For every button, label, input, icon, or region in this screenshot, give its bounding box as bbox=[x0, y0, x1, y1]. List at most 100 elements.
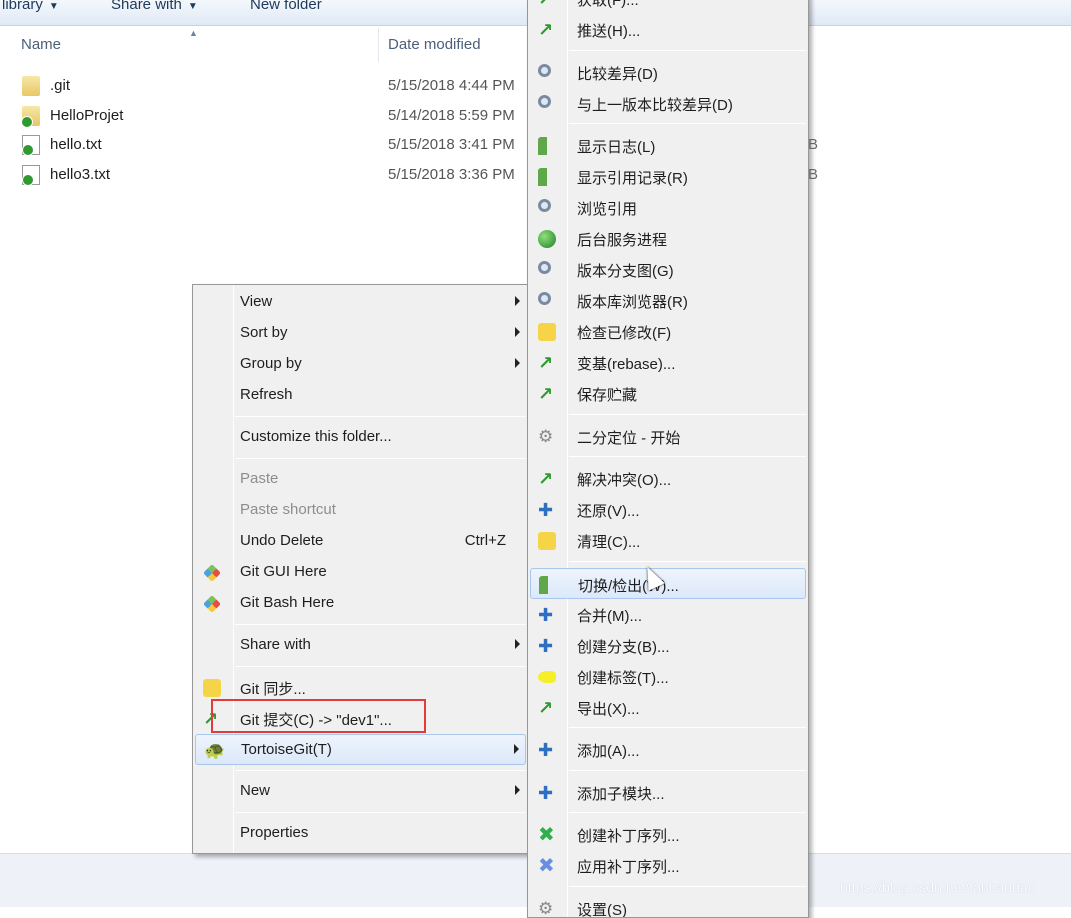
export-icon: ↗ bbox=[538, 699, 556, 717]
menu-item[interactable]: ✖创建补丁序列... bbox=[530, 819, 806, 850]
menu-item[interactable]: ↗保存贮藏 bbox=[530, 378, 806, 409]
menu-item-new[interactable]: New bbox=[195, 776, 526, 807]
column-date-modified[interactable]: Date modified bbox=[388, 36, 481, 53]
menu-item-label: View bbox=[240, 293, 272, 310]
menu-separator bbox=[569, 123, 806, 124]
menu-item[interactable]: 显示日志(L) bbox=[530, 130, 806, 161]
menu-item[interactable]: ↗推送(H)... bbox=[530, 14, 806, 45]
file-name: .git bbox=[50, 77, 70, 94]
menu-item-label: 显示引用记录(R) bbox=[577, 167, 688, 188]
menu-separator bbox=[569, 886, 806, 887]
watermark: https://blog.csdn.net/fanbaodan bbox=[840, 879, 1035, 895]
merge-icon: ✚ bbox=[538, 606, 556, 624]
menu-item[interactable]: 创建标签(T)... bbox=[530, 661, 806, 692]
shortcut-label: Ctrl+Z bbox=[465, 532, 506, 549]
text-file-icon bbox=[22, 165, 40, 185]
add-submodule-icon: ✚ bbox=[538, 784, 556, 802]
git-bash-icon bbox=[203, 595, 221, 613]
menu-item[interactable]: ↗获取(F)... bbox=[530, 0, 806, 14]
menu-separator bbox=[569, 770, 806, 771]
menu-item-label: 解决冲突(O)... bbox=[577, 469, 671, 490]
reflog-icon bbox=[538, 168, 556, 186]
rebase-icon: ↗ bbox=[538, 354, 556, 372]
revision-graph-icon bbox=[538, 261, 551, 274]
menu-item[interactable]: ✖应用补丁序列... bbox=[530, 850, 806, 881]
menu-item-refresh[interactable]: Refresh bbox=[195, 380, 526, 411]
column-divider[interactable] bbox=[378, 28, 379, 62]
file-row[interactable]: hello3.txt 5/15/2018 3:36 PM bbox=[0, 161, 530, 190]
menu-item[interactable]: 后台服务进程 bbox=[530, 223, 806, 254]
menu-item[interactable]: ✚创建分支(B)... bbox=[530, 630, 806, 661]
menu-item-git-bash-here[interactable]: Git Bash Here bbox=[195, 588, 526, 619]
menu-item-git-gui-here[interactable]: Git GUI Here bbox=[195, 557, 526, 588]
stash-save-icon: ↗ bbox=[538, 385, 556, 403]
menu-item[interactable]: 清理(C)... bbox=[530, 525, 806, 556]
menu-item[interactable]: 版本分支图(G) bbox=[530, 254, 806, 285]
menu-item-label: Properties bbox=[240, 824, 308, 841]
menu-separator bbox=[569, 414, 806, 415]
menu-item[interactable]: ⚙二分定位 - 开始 bbox=[530, 421, 806, 452]
menu-item-label: 切换/检出(W)... bbox=[578, 575, 679, 596]
menu-item-label: 浏览引用 bbox=[577, 198, 637, 219]
menu-item-label: 变基(rebase)... bbox=[577, 353, 675, 374]
sort-ascending-icon: ▲ bbox=[189, 28, 198, 38]
menu-item-properties[interactable]: Properties bbox=[195, 818, 526, 849]
menu-item[interactable]: 版本库浏览器(R) bbox=[530, 285, 806, 316]
menu-item[interactable]: ✚ 添加子模块... bbox=[530, 777, 806, 808]
folder-icon bbox=[22, 106, 40, 126]
check-modifications-icon bbox=[538, 323, 556, 341]
menu-item-rebase[interactable]: ↗ 变基(rebase)... bbox=[530, 347, 806, 378]
settings-icon: ⚙ bbox=[538, 900, 556, 918]
menu-item[interactable]: 比较差异(D) bbox=[530, 57, 806, 88]
menu-separator bbox=[235, 458, 526, 459]
menu-item-undo-delete[interactable]: Undo DeleteCtrl+Z bbox=[195, 526, 526, 557]
library-button[interactable]: library▼ bbox=[2, 0, 59, 13]
menu-item[interactable]: 切换/检出(W)... bbox=[530, 568, 806, 599]
add-icon: ✚ bbox=[538, 741, 556, 759]
menu-item[interactable]: 浏览引用 bbox=[530, 192, 806, 223]
library-label: library bbox=[2, 0, 43, 13]
menu-item-label: 显示日志(L) bbox=[577, 136, 655, 157]
create-branch-icon: ✚ bbox=[538, 637, 556, 655]
menu-item-paste-shortcut: Paste shortcut bbox=[195, 495, 526, 526]
menu-item-label: TortoiseGit(T) bbox=[241, 741, 332, 758]
cleanup-icon bbox=[538, 532, 556, 550]
git-sync-icon bbox=[203, 679, 221, 697]
menu-item-tortoisegit-t[interactable]: 🐢TortoiseGit(T) bbox=[195, 734, 526, 765]
menu-item-share-with[interactable]: Share with bbox=[195, 630, 526, 661]
column-name[interactable]: Name bbox=[21, 36, 61, 53]
file-row[interactable]: HelloProjet 5/14/2018 5:59 PM bbox=[0, 102, 530, 131]
menu-item-group-by[interactable]: Group by bbox=[195, 349, 526, 380]
git-clean-overlay-icon bbox=[21, 116, 33, 128]
share-with-button[interactable]: Share with▼ bbox=[111, 0, 198, 13]
menu-item[interactable]: 与上一版本比较差异(D) bbox=[530, 88, 806, 119]
menu-item-label: 推送(H)... bbox=[577, 20, 640, 41]
menu-item-sort-by[interactable]: Sort by bbox=[195, 318, 526, 349]
menu-item-customize-this-folder[interactable]: Customize this folder... bbox=[195, 422, 526, 453]
tortoisegit-submenu: ↗获取(F)...↗推送(H)...比较差异(D)与上一版本比较差异(D)显示日… bbox=[527, 0, 809, 918]
menu-item[interactable]: 显示引用记录(R) bbox=[530, 161, 806, 192]
file-row[interactable]: hello.txt 5/15/2018 3:41 PM bbox=[0, 131, 530, 160]
menu-item[interactable]: ↗解决冲突(O)... bbox=[530, 463, 806, 494]
menu-item[interactable]: 检查已修改(F) bbox=[530, 316, 806, 347]
menu-item-view[interactable]: View bbox=[195, 287, 526, 318]
menu-item[interactable]: ✚合并(M)... bbox=[530, 599, 806, 630]
menu-item-label: 设置(S) bbox=[577, 899, 627, 918]
menu-item[interactable]: ✚ 添加(A)... bbox=[530, 734, 806, 765]
menu-item-paste: Paste bbox=[195, 464, 526, 495]
file-name: hello.txt bbox=[50, 136, 102, 153]
repo-browser-icon bbox=[538, 292, 551, 305]
folder-icon bbox=[22, 76, 40, 96]
menu-item-label: 二分定位 - 开始 bbox=[577, 427, 680, 448]
menu-item-label: 添加子模块... bbox=[577, 783, 665, 804]
menu-item-label: 应用补丁序列... bbox=[577, 856, 680, 877]
file-row[interactable]: .git 5/15/2018 4:44 PM bbox=[0, 72, 530, 101]
menu-item-label: Share with bbox=[240, 636, 311, 653]
show-log-icon bbox=[538, 137, 556, 155]
menu-item[interactable]: ✚还原(V)... bbox=[530, 494, 806, 525]
menu-item[interactable]: ↗导出(X)... bbox=[530, 692, 806, 723]
new-folder-button[interactable]: New folder bbox=[250, 0, 322, 13]
menu-item[interactable]: ⚙ 设置(S) bbox=[530, 893, 806, 918]
menu-item-label: 添加(A)... bbox=[577, 740, 640, 761]
menu-separator bbox=[235, 624, 526, 625]
